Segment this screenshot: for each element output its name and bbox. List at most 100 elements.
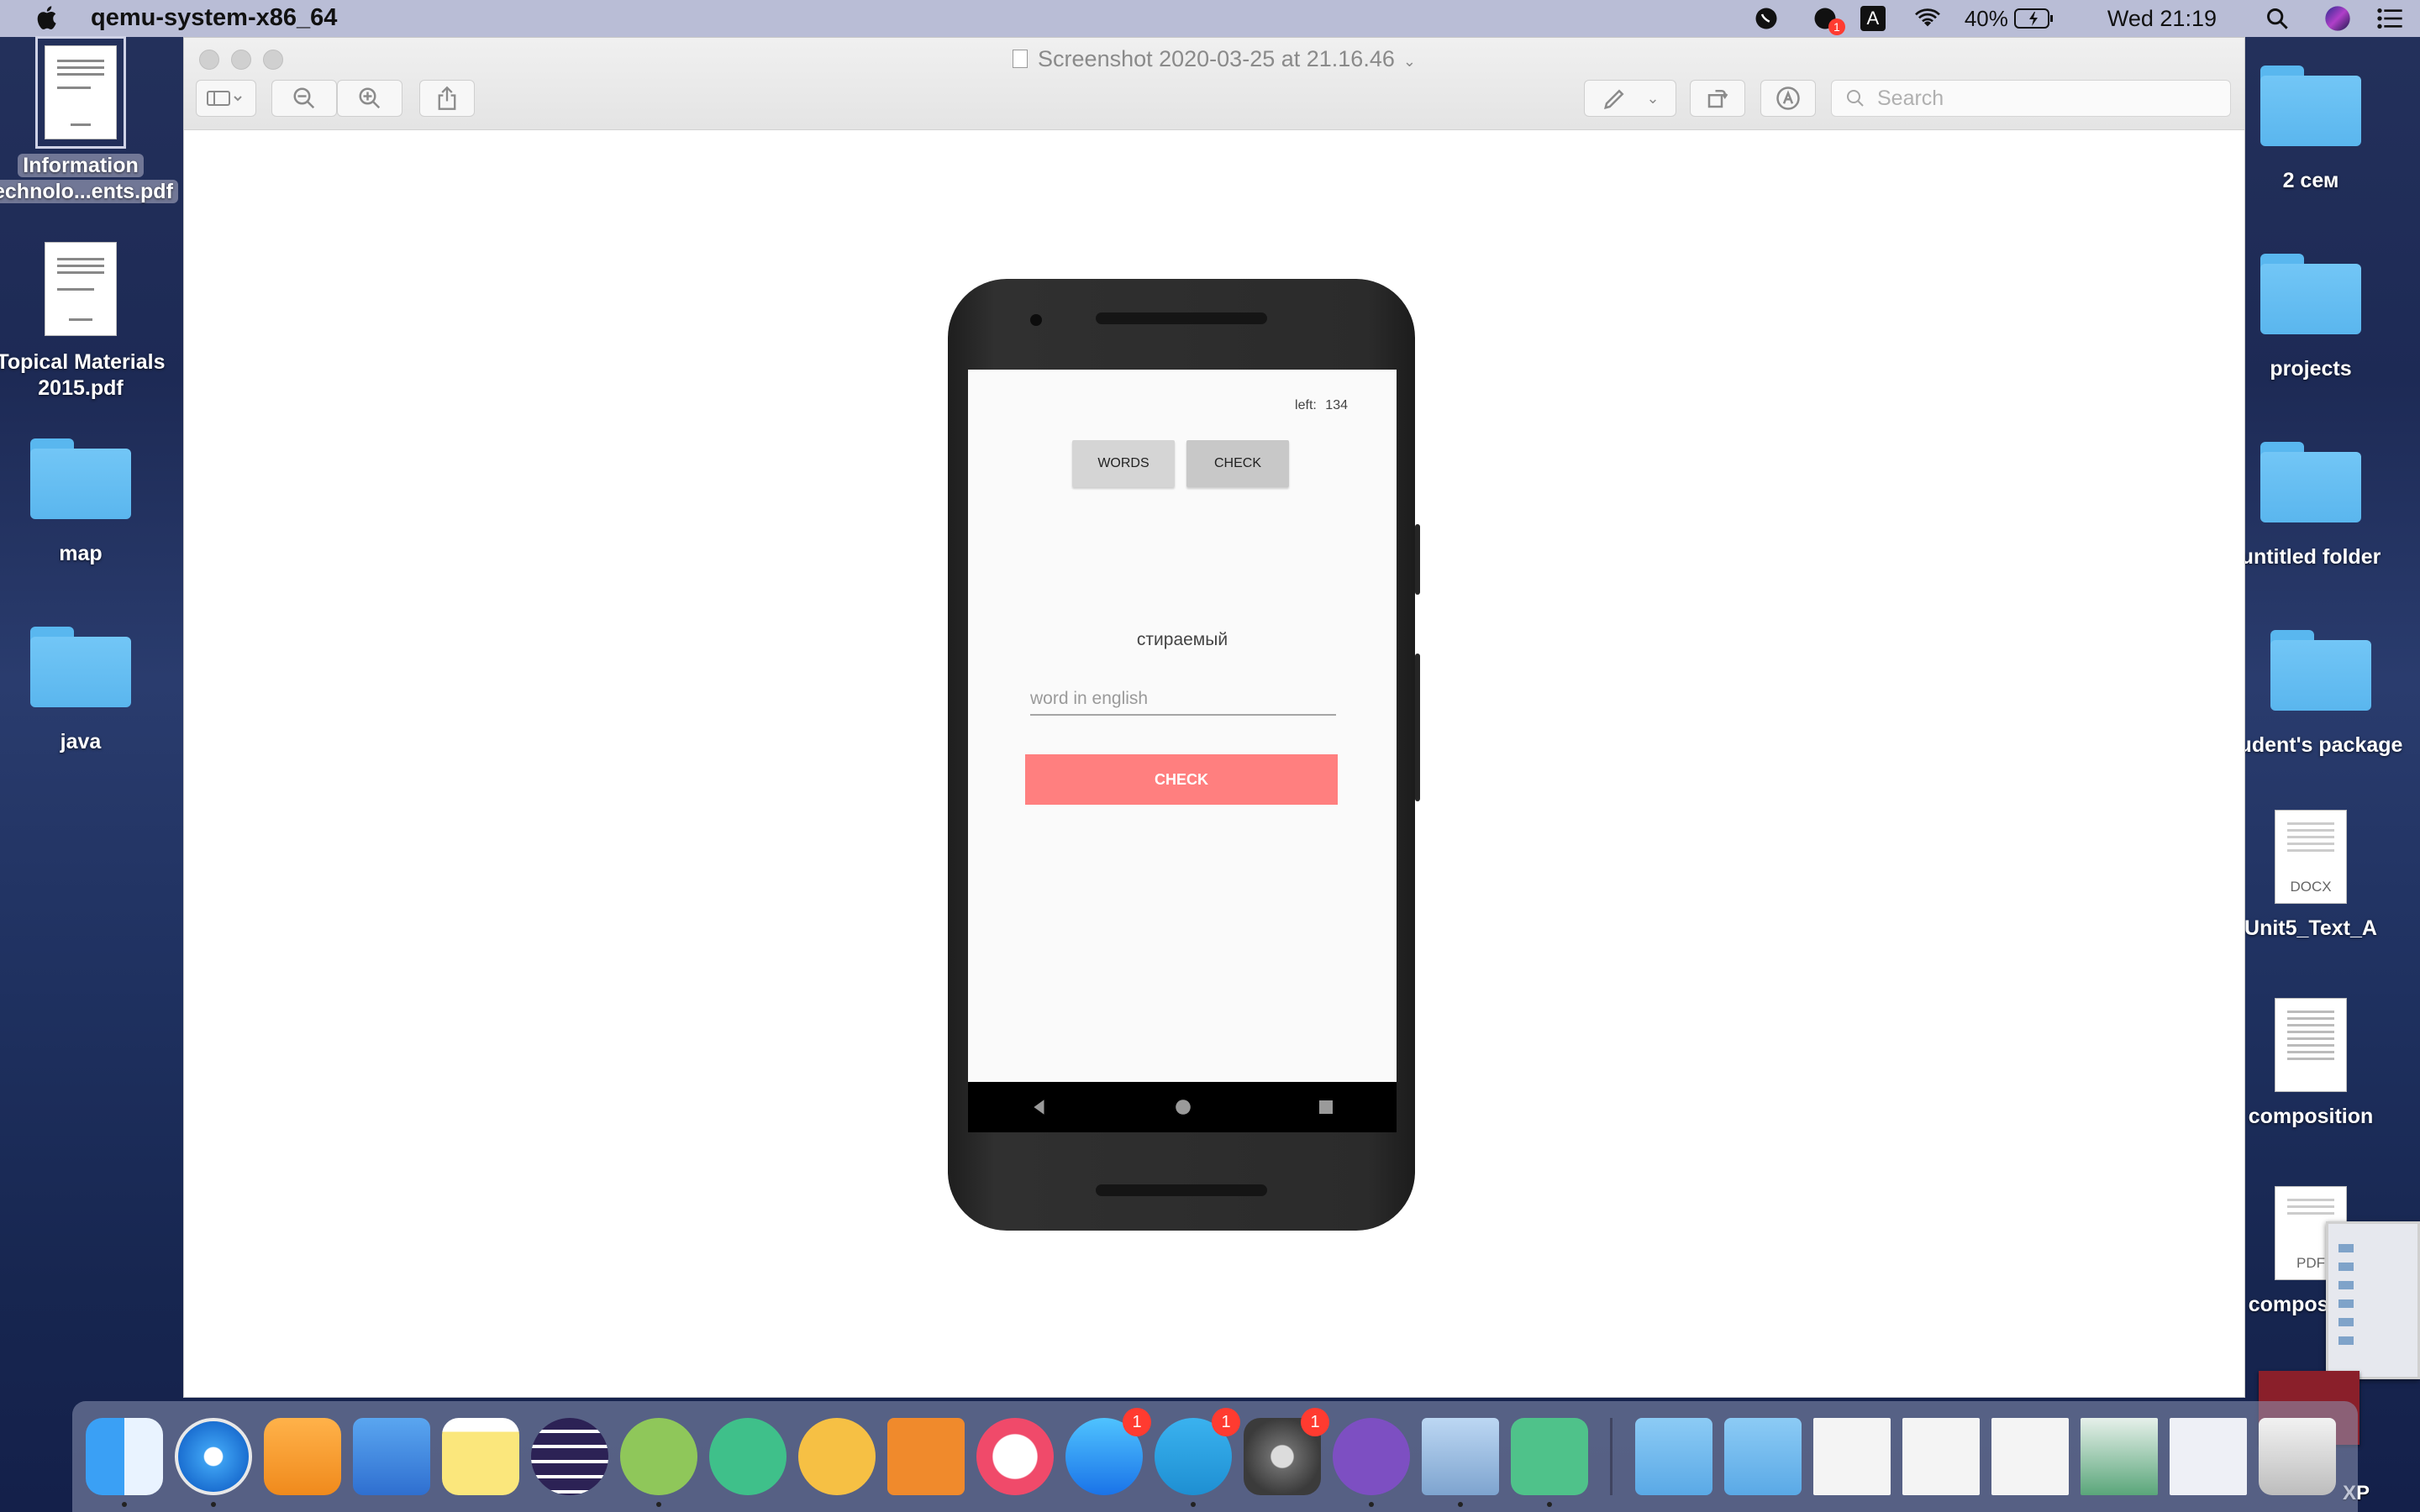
sidebar-icon: [207, 91, 242, 106]
rotate-button[interactable]: [1690, 80, 1745, 117]
siri-icon[interactable]: [2324, 5, 2351, 32]
recents-icon[interactable]: [1318, 1099, 1334, 1116]
folder-label: udent's package: [2238, 733, 2403, 757]
desktop-folder-2-sem[interactable]: 2 сем: [2218, 66, 2403, 194]
active-app-name[interactable]: qemu-system-x86_64: [91, 4, 337, 32]
floating-window-thumbnail[interactable]: [2326, 1221, 2420, 1379]
russian-word: стираемый: [1136, 630, 1228, 649]
android-studio-icon[interactable]: [709, 1418, 786, 1495]
desktop-folder-map[interactable]: map: [0, 438, 173, 567]
desktop-file-composition[interactable]: composition: [2218, 998, 2403, 1130]
app-store-icon[interactable]: 1: [1065, 1408, 1151, 1495]
document-thumb-5[interactable]: [2170, 1418, 2247, 1495]
wifi-icon[interactable]: [1914, 5, 1941, 32]
back-icon[interactable]: [1030, 1098, 1049, 1116]
markup-pen-button[interactable]: ⌄: [1584, 80, 1676, 117]
system-preferences-icon[interactable]: 1: [1244, 1408, 1329, 1495]
english-word-input[interactable]: word in english: [1030, 682, 1336, 716]
dock-separator: [1610, 1418, 1612, 1495]
window-title[interactable]: Screenshot 2020-03-25 at 21.16.46 ⌄: [184, 46, 2244, 72]
left-count-value: 134: [1325, 398, 1348, 412]
folder-icon: [30, 438, 131, 519]
preview-icon[interactable]: [1422, 1418, 1499, 1495]
document-view[interactable]: left: 134 WORDS CHECK стираемый word in …: [184, 130, 2244, 1397]
desktop-folder-students-package[interactable]: udent's package: [2228, 630, 2413, 759]
desktop-file-topical-materials-pdf[interactable]: Topical Materials 2015.pdf: [0, 242, 173, 402]
home-icon[interactable]: [1174, 1098, 1192, 1116]
telegram-icon[interactable]: 1: [1155, 1408, 1240, 1495]
file-label-line1: Topical Materials: [0, 350, 166, 374]
chevron-down-icon: ⌄: [1646, 89, 1660, 107]
applications-stack-icon[interactable]: [1724, 1418, 1802, 1495]
viber-icon[interactable]: [1333, 1418, 1410, 1495]
desktop-folder-java[interactable]: java: [0, 627, 173, 755]
zoom-out-button[interactable]: [271, 80, 337, 117]
telegram-badge: 1: [1212, 1408, 1240, 1436]
dock: 1 1 1: [72, 1401, 2358, 1512]
document-thumb-4[interactable]: [2081, 1418, 2158, 1495]
android-studio-icon[interactable]: [798, 1418, 876, 1495]
control-center-icon[interactable]: [2376, 5, 2403, 32]
zoom-in-button[interactable]: [337, 80, 402, 117]
viber-icon[interactable]: [1753, 5, 1780, 32]
running-indicator: [1458, 1502, 1463, 1507]
folder-label: java: [60, 730, 102, 753]
music-icon[interactable]: [976, 1418, 1054, 1495]
chevron-down-icon: ⌄: [1402, 53, 1416, 70]
apple-menu-icon[interactable]: [34, 3, 62, 32]
desktop-file-unit5-docx[interactable]: DOCX Unit5_Text_A: [2218, 810, 2403, 942]
desktop-file-information-technology-pdf[interactable]: Information echnolo...ents.pdf: [0, 36, 178, 205]
device-icon[interactable]: [1511, 1418, 1588, 1495]
earpiece-speaker: [1096, 312, 1267, 324]
document-thumb-1[interactable]: [1813, 1418, 1891, 1495]
pdf-thumbnail-icon: [45, 242, 117, 336]
input-source-icon[interactable]: A: [1860, 6, 1886, 31]
window-titlebar: Screenshot 2020-03-25 at 21.16.46 ⌄ ⌄ Sea…: [184, 38, 2244, 130]
menu-bar: qemu-system-x86_64 1 A 40% Wed 21:19: [0, 0, 2420, 37]
battery-icon[interactable]: [2013, 5, 2055, 32]
share-button[interactable]: [419, 80, 475, 117]
docx-file-icon: DOCX: [2275, 810, 2347, 904]
document-thumb-2[interactable]: [1902, 1418, 1980, 1495]
preview-window: Screenshot 2020-03-25 at 21.16.46 ⌄ ⌄ Sea…: [183, 37, 2245, 1398]
search-field[interactable]: Search: [1831, 80, 2231, 117]
downloads-stack-icon[interactable]: [1635, 1418, 1712, 1495]
folder-label: untitled folder: [2240, 545, 2381, 569]
spotlight-icon[interactable]: [2264, 5, 2291, 32]
document-thumb-3[interactable]: [1991, 1418, 2069, 1495]
front-camera: [1030, 314, 1042, 326]
bottom-speaker: [1096, 1184, 1267, 1196]
pen-icon: [1604, 89, 1624, 109]
safari-icon[interactable]: [175, 1418, 252, 1495]
folder-icon: [2260, 254, 2361, 334]
folder-label: projects: [2270, 357, 2352, 381]
desktop-folder-projects[interactable]: projects: [2218, 254, 2403, 382]
rotate-icon: [1707, 90, 1728, 108]
desktop-folder-untitled[interactable]: untitled folder: [2218, 442, 2403, 570]
left-label: left:: [1295, 398, 1317, 412]
file-label: composition: [2248, 1105, 2374, 1128]
zoom-in-icon: [359, 87, 381, 109]
app-store-badge: 1: [1123, 1408, 1151, 1436]
sourcetree-icon[interactable]: [887, 1418, 965, 1495]
running-indicator: [122, 1502, 127, 1507]
battery-percent[interactable]: 40%: [1965, 6, 2008, 32]
running-indicator: [1369, 1502, 1374, 1507]
notification-badge-icon[interactable]: 1: [1812, 5, 1845, 35]
check-mode-button[interactable]: CHECK: [1186, 440, 1289, 487]
trash-icon[interactable]: [2259, 1418, 2336, 1495]
search-placeholder: Search: [1877, 86, 1944, 110]
input-placeholder: word in english: [1030, 689, 1149, 708]
sidebar-toggle-button[interactable]: [196, 80, 256, 117]
check-answer-button[interactable]: CHECK: [1025, 754, 1338, 805]
pages-icon[interactable]: [264, 1418, 341, 1495]
eclipse-icon[interactable]: [531, 1418, 608, 1495]
markup-toolbar-button[interactable]: [1760, 80, 1816, 117]
keynote-icon[interactable]: [353, 1418, 430, 1495]
android-nav-bar: [968, 1082, 1397, 1132]
notes-icon[interactable]: [442, 1418, 519, 1495]
finder-icon[interactable]: [86, 1418, 163, 1495]
android-studio-icon[interactable]: [620, 1418, 697, 1495]
menu-clock[interactable]: Wed 21:19: [2107, 6, 2217, 32]
words-button[interactable]: WORDS: [1072, 440, 1175, 487]
